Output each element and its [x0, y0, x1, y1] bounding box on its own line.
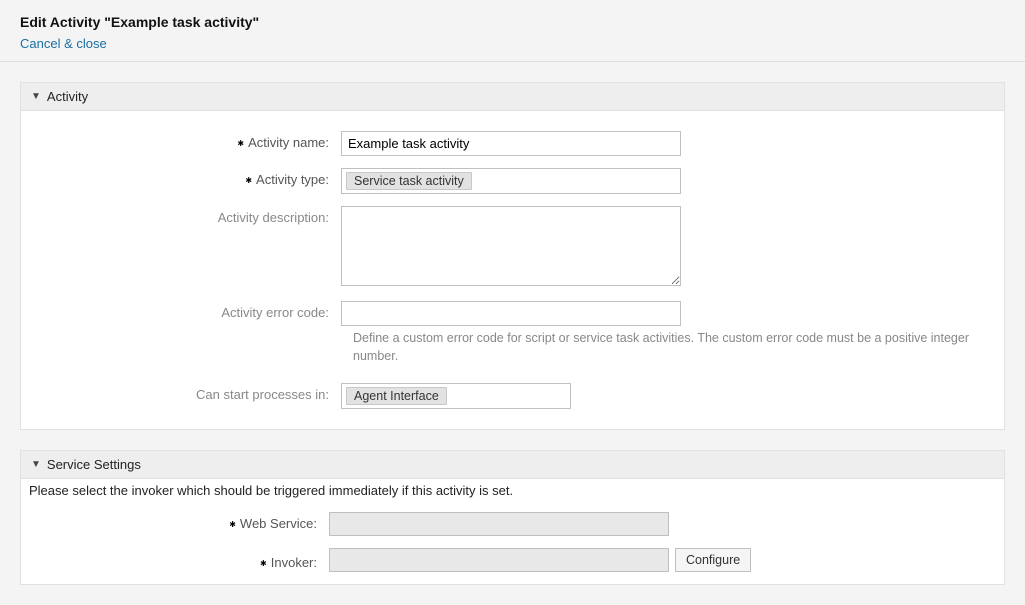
activity-description-textarea[interactable]	[341, 206, 681, 286]
label-activity-type: Activity type:	[41, 168, 341, 187]
row-invoker: Invoker: Configure	[29, 548, 996, 572]
row-activity-type: Activity type: Service task activity	[41, 168, 984, 194]
activity-error-code-input[interactable]	[341, 301, 681, 326]
label-web-service: Web Service:	[29, 512, 329, 531]
panel-activity-body: Activity name: Activity type: Service ta…	[21, 111, 1004, 429]
panel-service-title: Service Settings	[47, 457, 141, 472]
page-title: Edit Activity "Example task activity"	[20, 14, 1005, 30]
row-activity-name: Activity name:	[41, 131, 984, 156]
page: Edit Activity "Example task activity" Ca…	[0, 0, 1025, 585]
activity-name-input[interactable]	[341, 131, 681, 156]
panel-activity-header[interactable]: ▼ Activity	[21, 83, 1004, 111]
label-can-start: Can start processes in:	[41, 383, 341, 402]
label-activity-description: Activity description:	[41, 206, 341, 225]
row-can-start: Can start processes in: Agent Interface	[41, 383, 984, 409]
label-invoker: Invoker:	[29, 551, 329, 570]
panel-activity-title: Activity	[47, 89, 88, 104]
page-header: Edit Activity "Example task activity" Ca…	[0, 0, 1025, 62]
can-start-value: Agent Interface	[346, 387, 447, 405]
panel-activity: ▼ Activity Activity name: Activity type:…	[20, 82, 1005, 430]
service-intro-text: Please select the invoker which should b…	[29, 483, 996, 498]
panel-service-settings: ▼ Service Settings Please select the inv…	[20, 450, 1005, 585]
activity-type-select[interactable]: Service task activity	[341, 168, 681, 194]
can-start-select[interactable]: Agent Interface	[341, 383, 571, 409]
panel-service-body: Please select the invoker which should b…	[21, 479, 1004, 584]
invoker-select[interactable]	[329, 548, 669, 572]
row-activity-description: Activity description:	[41, 206, 984, 289]
chevron-down-icon: ▼	[31, 459, 41, 470]
help-activity-error-code: Define a custom error code for script or…	[353, 330, 984, 365]
row-web-service: Web Service:	[29, 512, 996, 536]
web-service-select[interactable]	[329, 512, 669, 536]
label-activity-name: Activity name:	[41, 131, 341, 150]
panel-service-header[interactable]: ▼ Service Settings	[21, 451, 1004, 479]
configure-button[interactable]: Configure	[675, 548, 751, 572]
cancel-close-link[interactable]: Cancel & close	[20, 36, 107, 51]
activity-type-value: Service task activity	[346, 172, 472, 190]
chevron-down-icon: ▼	[31, 91, 41, 102]
row-activity-error-code: Activity error code:	[41, 301, 984, 326]
label-activity-error-code: Activity error code:	[41, 301, 341, 320]
